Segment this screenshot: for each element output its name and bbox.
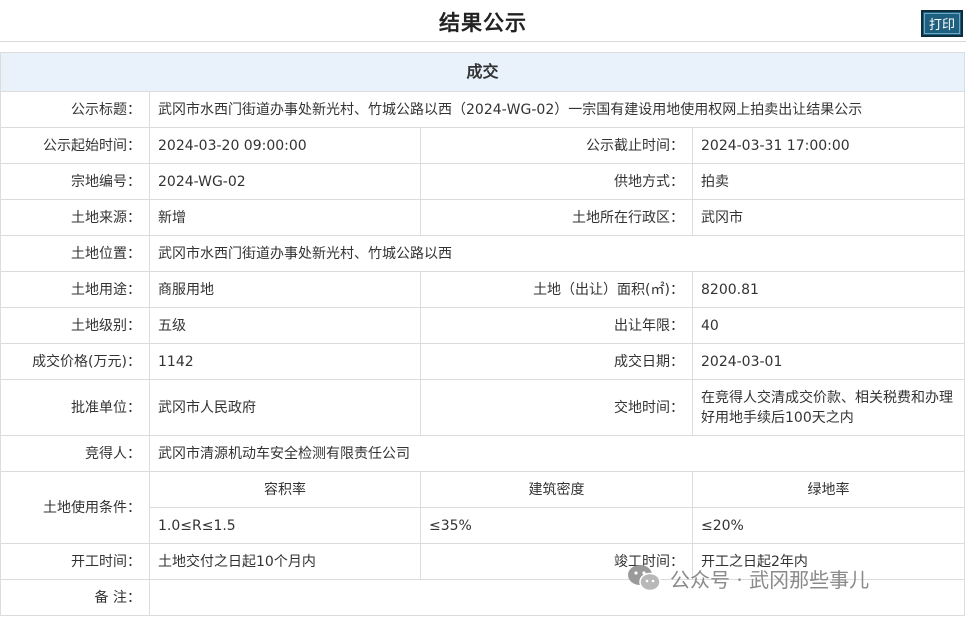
area-label: 土地（出让）面积(㎡)： bbox=[420, 271, 693, 308]
district-label: 土地所在行政区： bbox=[420, 199, 693, 236]
conditions-label: 土地使用条件： bbox=[0, 471, 150, 544]
term-label: 出让年限： bbox=[420, 307, 693, 344]
far-value: 1.0≤R≤1.5 bbox=[149, 507, 421, 544]
land-grade-label: 土地级别： bbox=[0, 307, 150, 344]
remarks-value bbox=[148, 579, 966, 616]
table-row: 公示标题： 武冈市水西门街道办事处新光村、竹城公路以西（2024-WG-02）一… bbox=[0, 91, 966, 128]
land-use-label: 土地用途： bbox=[0, 271, 150, 308]
deal-date-value: 2024-03-01 bbox=[691, 343, 966, 380]
green-ratio-value: ≤20% bbox=[691, 507, 966, 544]
green-ratio-header: 绿地率 bbox=[691, 471, 966, 508]
land-grade-value: 五级 bbox=[149, 307, 421, 344]
winner-value: 武冈市清源机动车安全检测有限责任公司 bbox=[148, 435, 966, 472]
table-row: 开工时间： 土地交付之日起10个月内 竣工时间： 开工之日起2年内 bbox=[0, 543, 966, 580]
location-value: 武冈市水西门街道办事处新光村、竹城公路以西 bbox=[148, 235, 966, 272]
winner-label: 竞得人： bbox=[0, 435, 150, 472]
land-source-label: 土地来源： bbox=[0, 199, 150, 236]
delivery-time-label: 交地时间： bbox=[420, 379, 693, 436]
table-row: 批准单位： 武冈市人民政府 交地时间： 在竞得人交清成交价款、相关税费和办理好用… bbox=[0, 379, 966, 436]
parcel-no-label: 宗地编号： bbox=[0, 163, 150, 200]
price-label: 成交价格(万元)： bbox=[0, 343, 150, 380]
start-time-label: 公示起始时间： bbox=[0, 127, 150, 164]
deal-date-label: 成交日期： bbox=[420, 343, 693, 380]
finish-work-label: 竣工时间： bbox=[420, 543, 693, 580]
end-time-label: 公示截止时间： bbox=[420, 127, 693, 164]
table-row: 成交价格(万元)： 1142 成交日期： 2024-03-01 bbox=[0, 343, 966, 380]
approver-value: 武冈市人民政府 bbox=[149, 379, 421, 436]
table-row: 土地位置： 武冈市水西门街道办事处新光村、竹城公路以西 bbox=[0, 235, 966, 272]
density-header: 建筑密度 bbox=[420, 471, 693, 508]
supply-method-label: 供地方式： bbox=[420, 163, 693, 200]
density-value: ≤35% bbox=[420, 507, 693, 544]
remarks-label: 备 注： bbox=[0, 579, 150, 616]
term-value: 40 bbox=[691, 307, 966, 344]
start-work-label: 开工时间： bbox=[0, 543, 150, 580]
start-work-value: 土地交付之日起10个月内 bbox=[149, 543, 421, 580]
area-value: 8200.81 bbox=[691, 271, 966, 308]
notice-title-label: 公示标题： bbox=[0, 91, 150, 128]
end-time-value: 2024-03-31 17:00:00 bbox=[691, 127, 966, 164]
district-value: 武冈市 bbox=[691, 199, 966, 236]
print-button[interactable]: 打印 bbox=[921, 10, 963, 37]
table-row: 宗地编号： 2024-WG-02 供地方式： 拍卖 bbox=[0, 163, 966, 200]
land-use-value: 商服用地 bbox=[149, 271, 421, 308]
location-label: 土地位置： bbox=[0, 235, 150, 272]
table-row: 公示起始时间： 2024-03-20 09:00:00 公示截止时间： 2024… bbox=[0, 127, 966, 164]
delivery-time-value: 在竞得人交清成交价款、相关税费和办理好用地手续后100天之内 bbox=[691, 379, 966, 436]
land-source-value: 新增 bbox=[149, 199, 421, 236]
table-row: 土地使用条件： 容积率 建筑密度 绿地率 bbox=[0, 471, 966, 544]
page-title: 结果公示 bbox=[439, 11, 527, 35]
finish-work-value: 开工之日起2年内 bbox=[691, 543, 966, 580]
section-title: 成交 bbox=[0, 52, 966, 92]
page-header: 结果公示 打印 bbox=[0, 0, 966, 42]
start-time-value: 2024-03-20 09:00:00 bbox=[149, 127, 421, 164]
notice-title-value: 武冈市水西门街道办事处新光村、竹城公路以西（2024-WG-02）一宗国有建设用… bbox=[148, 91, 966, 128]
approver-label: 批准单位： bbox=[0, 379, 150, 436]
section-row: 成交 bbox=[0, 52, 966, 92]
table-row: 土地用途： 商服用地 土地（出让）面积(㎡)： 8200.81 bbox=[0, 271, 966, 308]
price-value: 1142 bbox=[149, 343, 421, 380]
table-row: 备 注： bbox=[0, 579, 966, 616]
far-header: 容积率 bbox=[149, 471, 421, 508]
supply-method-value: 拍卖 bbox=[691, 163, 966, 200]
table-row: 土地级别： 五级 出让年限： 40 bbox=[0, 307, 966, 344]
table-row: 土地来源： 新增 土地所在行政区： 武冈市 bbox=[0, 199, 966, 236]
result-table: 成交 公示标题： 武冈市水西门街道办事处新光村、竹城公路以西（2024-WG-0… bbox=[0, 52, 966, 616]
table-row: 竞得人： 武冈市清源机动车安全检测有限责任公司 bbox=[0, 435, 966, 472]
parcel-no-value: 2024-WG-02 bbox=[149, 163, 421, 200]
